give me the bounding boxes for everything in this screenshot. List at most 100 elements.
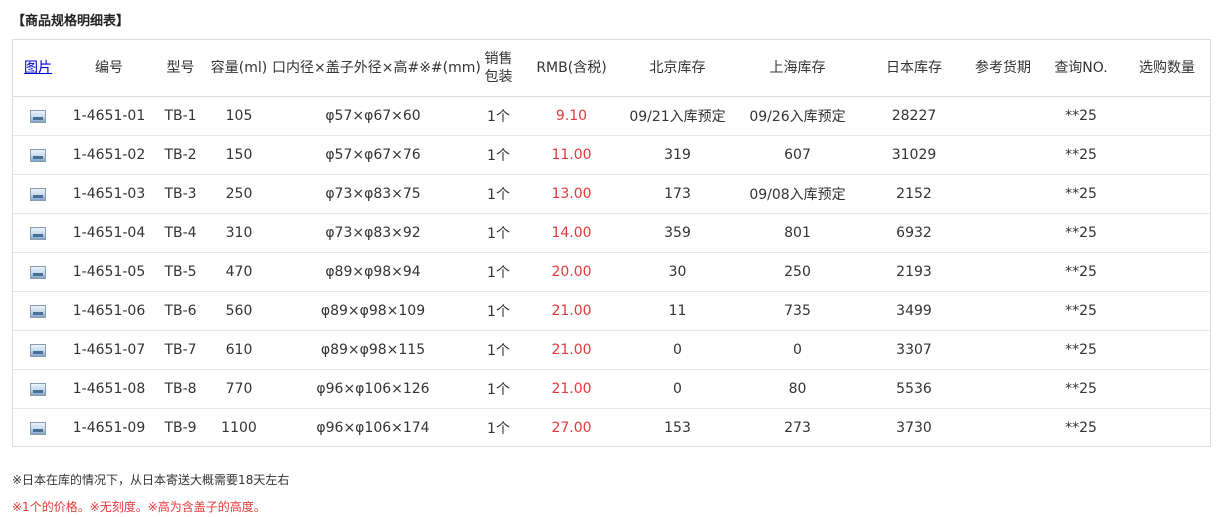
table-row: 1-4651-06 TB-6 560 φ89×φ98×109 1个 21.00 11 735 3… [13, 291, 1210, 331]
cell-package: 1个 [474, 330, 523, 370]
table-row: 1-4651-05 TB-5 470 φ89×φ98×94 1个 20.00 30 250 21… [13, 252, 1210, 292]
cell-delivery [968, 330, 1038, 370]
product-image-icon[interactable] [30, 382, 46, 396]
cell-delivery [968, 369, 1038, 409]
cell-quantity[interactable] [1124, 409, 1210, 448]
cell-delivery [968, 291, 1038, 331]
cell-quantity[interactable] [1124, 330, 1210, 370]
cell-model: TB-4 [155, 213, 206, 253]
cell-model: TB-1 [155, 96, 206, 136]
cell-capacity: 560 [206, 291, 272, 331]
cell-price: 20.00 [523, 252, 620, 292]
table-row: 1-4651-09 TB-9 1100 φ96×φ106×174 1个 27.00 153 2… [13, 409, 1210, 448]
product-image-icon[interactable] [30, 187, 46, 201]
cell-quantity[interactable] [1124, 174, 1210, 214]
cell-image[interactable] [13, 409, 63, 448]
cell-image[interactable] [13, 369, 63, 409]
cell-capacity: 1100 [221, 420, 257, 436]
cell-shanghai-stock: 801 [735, 213, 860, 253]
cell-quantity[interactable] [1124, 213, 1210, 253]
header-beijing-stock: 北京库存 [620, 40, 735, 97]
cell-beijing-stock: 30 [620, 252, 735, 292]
cell-package: 1个 [474, 291, 523, 331]
cell-capacity: 250 [206, 174, 272, 214]
cell-code: 1-4651-05 [63, 252, 155, 292]
table-row: 1-4651-07 TB-7 610 φ89×φ98×115 1个 21.00 0 0 3307… [13, 330, 1210, 370]
header-model: 型号 [155, 40, 206, 97]
cell-dimensions: φ73×φ83×92 [272, 213, 474, 253]
cell-image[interactable] [13, 291, 63, 331]
cell-price: 21.00 [523, 369, 620, 409]
cell-model: TB-5 [155, 252, 206, 292]
cell-model: TB-2 [155, 135, 206, 175]
cell-shanghai-stock: 250 [735, 252, 860, 292]
cell-shanghai-stock: 735 [735, 291, 860, 331]
product-image-icon[interactable] [30, 109, 46, 123]
cell-image[interactable] [13, 135, 63, 175]
cell-image[interactable] [13, 96, 63, 136]
cell-shanghai-stock: 273 [784, 420, 811, 436]
cell-code: 1-4651-09 [72, 420, 146, 436]
cell-capacity: 105 [206, 96, 272, 136]
cell-capacity: 770 [206, 369, 272, 409]
header-delivery: 参考货期 [968, 40, 1038, 97]
cell-shanghai-stock: 80 [735, 369, 860, 409]
cell-quantity[interactable] [1124, 135, 1210, 175]
cell-japan-stock: 6932 [860, 213, 968, 253]
cell-price: 14.00 [523, 213, 620, 253]
cell-image[interactable] [13, 330, 63, 370]
table-row: 1-4651-03 TB-3 250 φ73×φ83×75 1个 13.00 173 09/0… [13, 174, 1210, 214]
shipping-note: ※日本在库的情况下，从日本寄送大概需要18天左右 [12, 473, 290, 487]
cell-package: 1个 [474, 369, 523, 409]
cell-package: 1个 [474, 174, 523, 214]
header-japan-stock: 日本库存 [860, 40, 968, 97]
cell-capacity: 310 [206, 213, 272, 253]
cell-delivery [968, 213, 1038, 253]
product-image-icon[interactable] [30, 148, 46, 162]
cell-query: **25 [1038, 330, 1124, 370]
product-image-icon[interactable] [30, 343, 46, 357]
header-quantity: 选购数量 [1124, 40, 1210, 97]
cell-dimensions: φ73×φ83×75 [272, 174, 474, 214]
cell-price: 13.00 [523, 174, 620, 214]
cell-dimensions: φ96×φ106×174 [316, 420, 430, 436]
cell-beijing-stock: 09/21入库预定 [620, 96, 735, 136]
cell-query: **25 [1038, 135, 1124, 175]
cell-image[interactable] [13, 213, 63, 253]
header-image-link[interactable]: 图片 [24, 60, 52, 76]
cell-quantity[interactable] [1124, 369, 1210, 409]
cell-price: 27.00 [551, 420, 592, 436]
product-image-icon[interactable] [30, 265, 46, 279]
cell-japan-stock: 3307 [860, 330, 968, 370]
cell-dimensions: φ89×φ98×109 [272, 291, 474, 331]
cell-delivery [968, 174, 1038, 214]
cell-model: TB-6 [155, 291, 206, 331]
cell-shanghai-stock: 607 [735, 135, 860, 175]
cell-quantity[interactable] [1124, 291, 1210, 331]
page-title: 【商品规格明细表】 [12, 14, 130, 29]
cell-japan-stock: 3499 [860, 291, 968, 331]
cell-query: **25 [1065, 420, 1097, 436]
cell-dimensions: φ57×φ67×76 [272, 135, 474, 175]
cell-dimensions: φ57×φ67×60 [272, 96, 474, 136]
spec-table: 图片 编号 型号 容量(ml) 口内径×盖子外径×高#※#(mm) 销售 包装 R… [13, 40, 1210, 447]
remarks-note: ※1个的价格。※无刻度。※高为含盖子的高度。 [12, 500, 266, 514]
cell-delivery [968, 96, 1038, 136]
cell-code: 1-4651-03 [63, 174, 155, 214]
cell-quantity[interactable] [1124, 252, 1210, 292]
cell-japan-stock: 28227 [860, 96, 968, 136]
product-image-icon[interactable] [30, 226, 46, 240]
cell-beijing-stock: 0 [620, 330, 735, 370]
product-image-icon[interactable] [30, 421, 46, 435]
cell-quantity[interactable] [1124, 96, 1210, 136]
header-capacity: 容量(ml) [206, 40, 272, 97]
product-image-icon[interactable] [30, 304, 46, 318]
cell-package: 1个 [474, 252, 523, 292]
cell-image[interactable] [13, 174, 63, 214]
cell-image[interactable] [13, 252, 63, 292]
cell-japan-stock: 3730 [896, 420, 932, 436]
header-package-line2: 包装 [484, 69, 513, 85]
header-image[interactable]: 图片 [13, 40, 63, 97]
cell-price: 9.10 [523, 96, 620, 136]
cell-dimensions: φ96×φ106×126 [272, 369, 474, 409]
